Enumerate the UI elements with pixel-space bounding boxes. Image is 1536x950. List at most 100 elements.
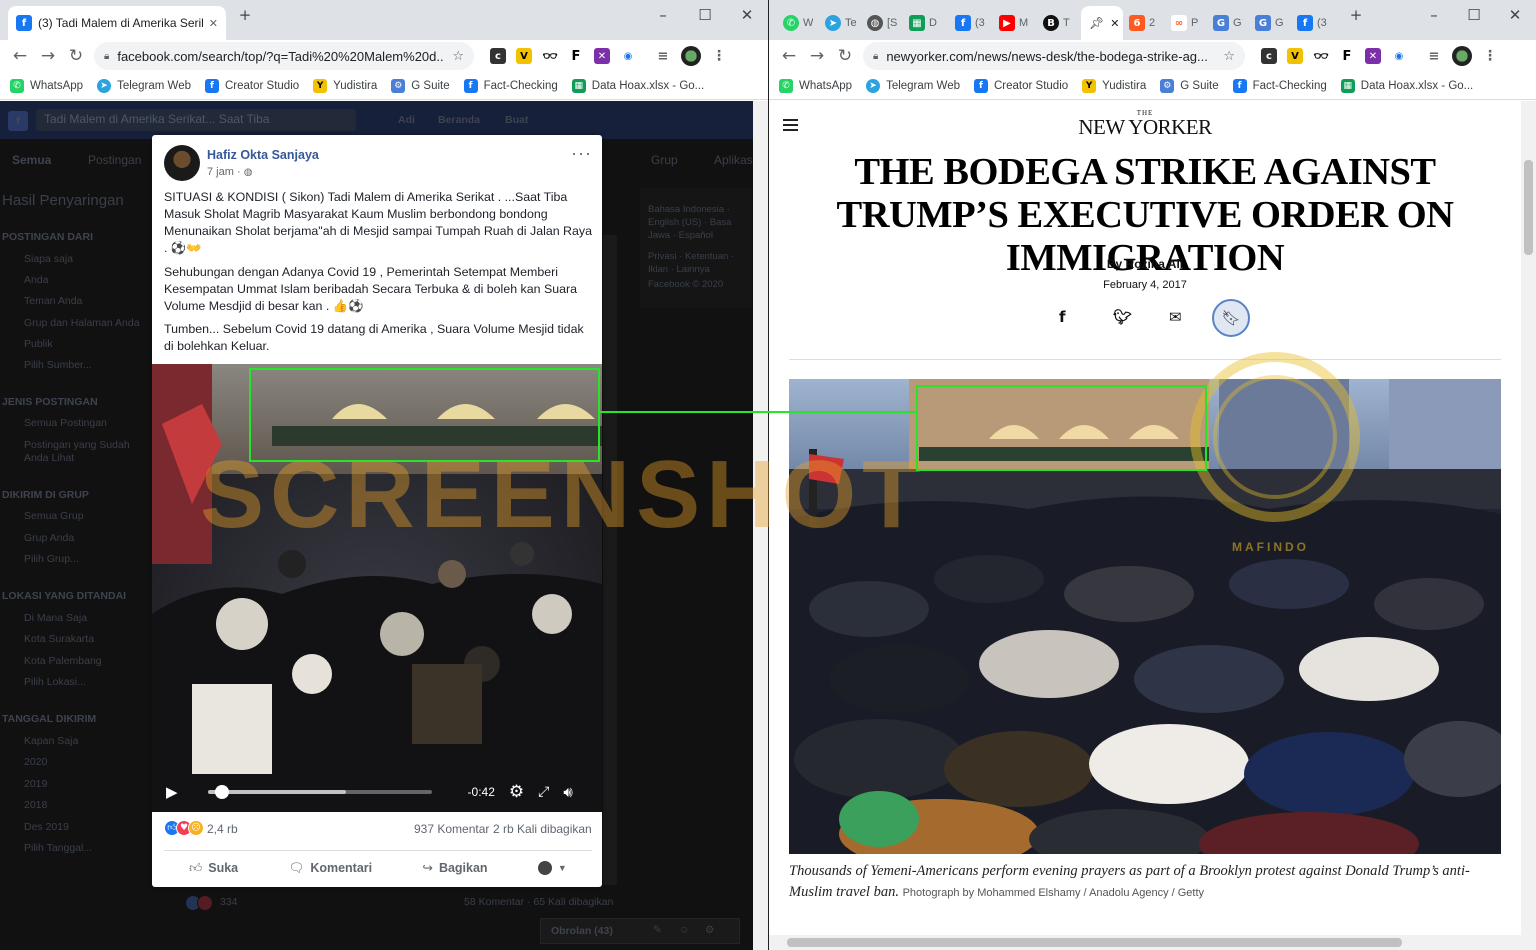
tab[interactable]: BT: [1043, 10, 1070, 36]
new-tab-button[interactable]: +: [1341, 6, 1371, 24]
filter-option[interactable]: Grup dan Halaman Anda: [24, 317, 140, 329]
minimize-button[interactable]: –: [1419, 6, 1449, 24]
tab[interactable]: 62: [1129, 10, 1155, 36]
bookmark[interactable]: f Fact-Checking: [1232, 78, 1327, 93]
bookmark[interactable]: Y Yudistira: [1082, 78, 1146, 93]
bookmark[interactable]: f Creator Studio: [974, 78, 1068, 93]
new-tab-button[interactable]: +: [230, 6, 260, 24]
volume-icon[interactable]: 🔊︎: [563, 783, 572, 801]
extension-icon[interactable]: ◉: [1391, 48, 1407, 64]
filter-option[interactable]: Di Mana Saja: [24, 612, 87, 624]
footer-links[interactable]: Privasi · Ketentuan · Iklan · Lainnya: [648, 250, 752, 276]
facebook-search-input[interactable]: Tadi Malem di Amerika Serikat... Saat Ti…: [36, 109, 356, 131]
avatar[interactable]: [681, 46, 701, 66]
video-scrubber[interactable]: [215, 785, 230, 799]
scrollbar[interactable]: [753, 101, 768, 950]
tab[interactable]: ➤ Te: [825, 10, 857, 36]
maximize-button[interactable]: ☐: [690, 6, 720, 24]
close-window-button[interactable]: ✕: [1500, 6, 1530, 24]
gear-icon[interactable]: ⚙: [509, 782, 524, 802]
close-icon[interactable]: ✕: [209, 17, 218, 30]
tab[interactable]: ▦ D: [909, 10, 937, 36]
fb-tab-apps[interactable]: Aplikasi: [714, 153, 755, 167]
horizontal-scrollbar-thumb[interactable]: [787, 938, 1402, 947]
comment-count[interactable]: 937 Komentar: [414, 822, 489, 836]
bookmark[interactable]: ⚙ G Suite: [1160, 78, 1219, 93]
extension-icon[interactable]: ✕: [1365, 48, 1381, 64]
filter-option[interactable]: Des 2019: [24, 821, 69, 833]
reload-icon[interactable]: ↻: [831, 46, 859, 66]
filter-option[interactable]: 2019: [24, 778, 47, 790]
play-icon[interactable]: ▶: [166, 783, 178, 801]
bookmark[interactable]: ▦ Data Hoax.xlsx - Go...: [571, 78, 704, 93]
extension-icon[interactable]: F: [1339, 48, 1355, 64]
back-icon[interactable]: ←: [775, 46, 803, 66]
share-count[interactable]: 2 rb Kali dibagikan: [493, 822, 592, 836]
tab[interactable]: ▶ M: [999, 10, 1028, 36]
new-yorker-logo[interactable]: NEW YORKER: [769, 115, 1521, 140]
fb-nav-home[interactable]: Beranda: [438, 114, 480, 126]
tab[interactable]: ◍ [S: [867, 10, 897, 36]
video-player[interactable]: ▶ -0:42 ⚙ ⤢ 🔊︎: [152, 364, 602, 812]
star-icon[interactable]: ☆: [452, 49, 464, 64]
extension-icon[interactable]: V: [516, 48, 532, 64]
forward-icon[interactable]: →: [803, 46, 831, 66]
address-bar[interactable]: 🔒︎ facebook.com/search/top/?q=Tadi%20%20…: [94, 42, 474, 70]
filter-option[interactable]: Grup Anda: [24, 532, 74, 544]
extension-icon[interactable]: c: [1261, 48, 1277, 64]
bookmark[interactable]: Y Yudistira: [313, 78, 377, 93]
language-links[interactable]: Bahasa Indonesia · English (US) · Basa J…: [648, 203, 752, 242]
maximize-button[interactable]: ☐: [1459, 6, 1489, 24]
fb-tab-posts[interactable]: Postingan: [88, 153, 141, 167]
extension-icon[interactable]: c: [490, 48, 506, 64]
close-icon[interactable]: ✕: [1110, 17, 1119, 30]
contacts-icon[interactable]: ☺: [679, 924, 690, 936]
fullscreen-icon[interactable]: ⤢: [538, 784, 549, 800]
address-bar[interactable]: 🔒︎ newyorker.com/news/news-desk/the-bode…: [863, 42, 1245, 70]
filter-option[interactable]: Pilih Grup...: [24, 553, 79, 565]
filter-option[interactable]: Kota Palembang: [24, 655, 102, 667]
reaction-count[interactable]: 2,4 rb: [207, 822, 238, 836]
reading-list-icon[interactable]: ≡: [655, 48, 671, 64]
extension-icon[interactable]: ✕: [594, 48, 610, 64]
bookmark[interactable]: ✆ WhatsApp: [10, 78, 83, 93]
filter-option[interactable]: Postingan yang Sudah Anda Lihat: [24, 439, 144, 465]
tab[interactable]: GG: [1213, 10, 1242, 36]
bookmark[interactable]: f Creator Studio: [205, 78, 299, 93]
tab-active-newyorker[interactable]: 📌︎ ✕: [1081, 6, 1123, 40]
extension-icon[interactable]: 👓︎: [1313, 48, 1329, 64]
tab[interactable]: f (3: [955, 10, 985, 36]
filter-option[interactable]: Semua Postingan: [24, 417, 107, 429]
settings-icon[interactable]: ⚙: [705, 924, 714, 936]
forward-icon[interactable]: →: [34, 46, 62, 66]
tab[interactable]: ✆ W: [783, 10, 813, 36]
filter-option[interactable]: Kota Surakarta: [24, 633, 94, 645]
filter-option[interactable]: Publik: [24, 338, 53, 350]
bookmark[interactable]: ➤ Telegram Web: [97, 78, 191, 93]
bookmark[interactable]: ➤ Telegram Web: [866, 78, 960, 93]
filter-option[interactable]: 2018: [24, 799, 47, 811]
article-photo[interactable]: [789, 379, 1501, 854]
more-options-icon[interactable]: ···: [571, 143, 592, 164]
bookmark[interactable]: ✆ WhatsApp: [779, 78, 852, 93]
reload-icon[interactable]: ↻: [62, 46, 90, 66]
avatar[interactable]: [1452, 46, 1472, 66]
avatar[interactable]: [164, 145, 200, 181]
minimize-button[interactable]: –: [648, 6, 678, 24]
filter-option[interactable]: Kapan Saja: [24, 735, 78, 747]
filter-option[interactable]: Pilih Tanggal...: [24, 842, 92, 854]
tab[interactable]: f (3: [1297, 10, 1327, 36]
tab[interactable]: ∞ P: [1171, 10, 1198, 36]
bookmark-button[interactable]: 🔖︎: [1212, 299, 1250, 337]
filter-option[interactable]: Pilih Sumber...: [24, 359, 92, 371]
post-time[interactable]: 7 jam · ◍: [207, 166, 252, 178]
chat-bar[interactable]: Obrolan (43) ✎ ☺ ⚙: [540, 918, 740, 944]
filter-option[interactable]: Semua Grup: [24, 510, 84, 522]
extension-icon[interactable]: ◉: [620, 48, 636, 64]
comment-button[interactable]: 🗨︎ Komentari: [288, 860, 372, 876]
fb-nav-create[interactable]: Buat: [505, 114, 528, 126]
bookmark[interactable]: f Fact-Checking: [463, 78, 558, 93]
filter-option[interactable]: Siapa saja: [24, 253, 73, 265]
video-progress-bar[interactable]: [207, 785, 432, 799]
email-share-icon[interactable]: ✉: [1169, 308, 1182, 326]
